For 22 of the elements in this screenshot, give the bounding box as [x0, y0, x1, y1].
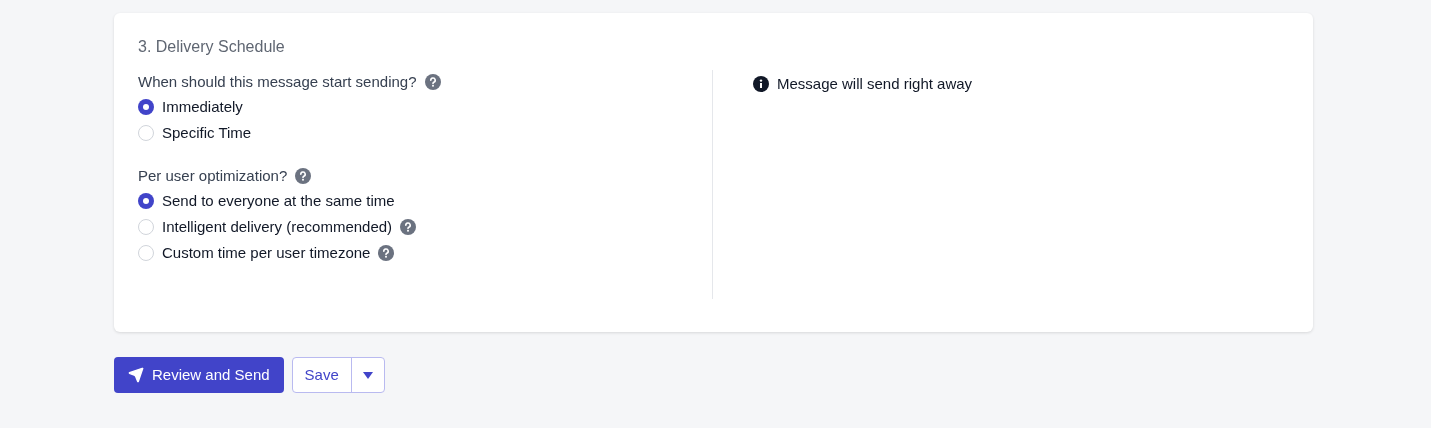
help-icon[interactable] — [378, 245, 395, 261]
info-icon — [753, 76, 769, 92]
radio-button[interactable] — [138, 193, 154, 209]
question-label: When should this message start sending? — [138, 71, 417, 92]
radio-button[interactable] — [138, 99, 154, 115]
section-title: 3. Delivery Schedule — [138, 37, 286, 57]
help-icon[interactable] — [295, 168, 312, 184]
radio-label[interactable]: Custom time per user timezone — [162, 241, 371, 265]
caret-icon — [362, 371, 373, 379]
radio-button[interactable] — [138, 125, 154, 141]
radio-label[interactable]: Send to everyone at the same time — [162, 189, 395, 213]
review-and-send-button[interactable]: Review and Send — [114, 357, 284, 393]
help-icon[interactable] — [400, 219, 417, 235]
radio-label[interactable]: Immediately — [162, 95, 243, 119]
info-message: Message will send right away — [777, 73, 973, 94]
radio-button[interactable] — [138, 245, 154, 261]
radio-button[interactable] — [138, 219, 154, 235]
paper-plane-icon — [128, 367, 144, 383]
help-icon[interactable] — [424, 74, 441, 90]
radio-label[interactable]: Specific Time — [162, 121, 252, 145]
radio-label[interactable]: Intelligent delivery (recommended) — [162, 215, 393, 239]
question-label: Per user optimization? — [138, 165, 288, 186]
